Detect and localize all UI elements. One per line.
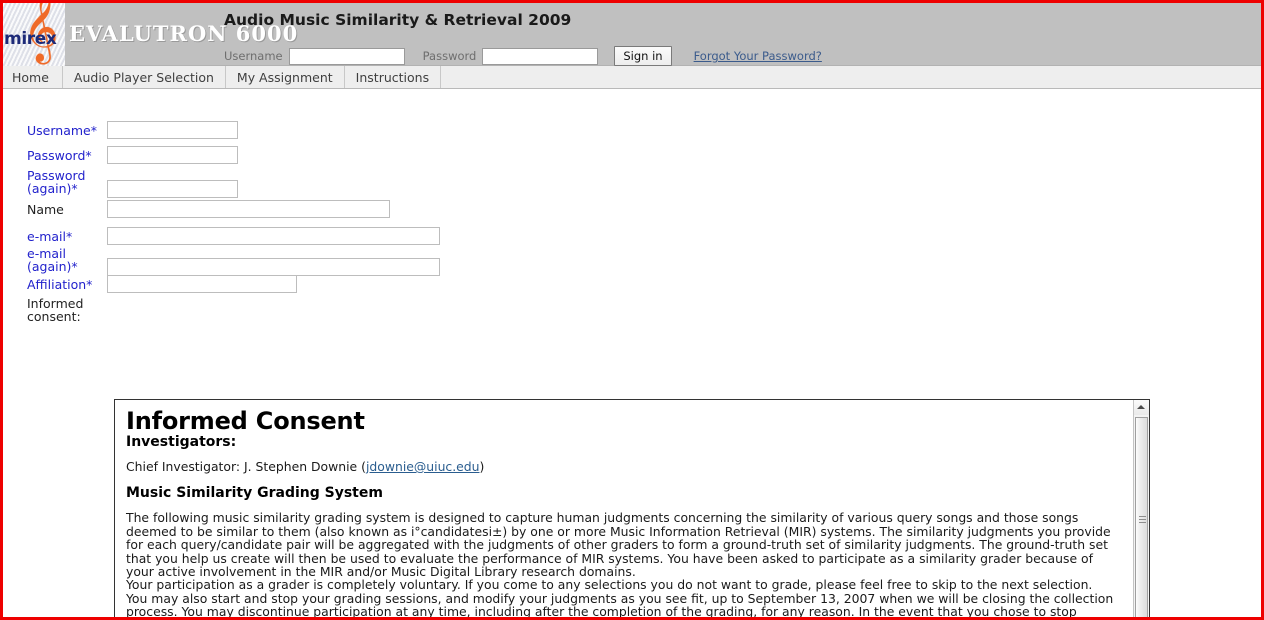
field-row-email: e-mail* xyxy=(27,227,440,245)
nav-tab-instructions[interactable]: Instructions xyxy=(345,66,442,88)
consent-paragraph-1: The following music similarity grading s… xyxy=(126,510,1111,580)
field-row-password: Password* xyxy=(27,146,238,164)
consent-chief-investigator: Chief Investigator: J. Stephen Downie (j… xyxy=(126,460,1117,473)
forgot-password-link[interactable]: Forgot Your Password? xyxy=(694,49,822,63)
label-email-again-line2: (again)* xyxy=(27,258,78,274)
input-username[interactable] xyxy=(107,121,238,139)
label-email-again: e-mail (again)* xyxy=(27,247,103,274)
header-username-input[interactable] xyxy=(288,47,405,65)
field-row-affiliation: Affiliation* xyxy=(27,275,297,293)
sign-in-button[interactable]: Sign in xyxy=(614,46,672,66)
field-row-password-again: Password (again)* xyxy=(27,169,238,198)
label-informed-consent-line2: consent: xyxy=(27,308,81,324)
label-name: Name xyxy=(27,202,64,217)
consent-scrollbar[interactable] xyxy=(1133,400,1149,617)
main-navigation: Home Audio Player Selection My Assignmen… xyxy=(3,66,1261,89)
scroll-up-button[interactable] xyxy=(1134,400,1149,415)
chief-investigator-prefix: Chief Investigator: J. Stephen Downie ( xyxy=(126,459,366,474)
header-login-bar: Username Password Sign in Forgot Your Pa… xyxy=(224,46,822,66)
input-name[interactable] xyxy=(107,200,390,218)
field-row-name: Name xyxy=(27,200,390,218)
header-password-input[interactable] xyxy=(482,47,599,65)
input-password[interactable] xyxy=(107,146,238,164)
input-affiliation[interactable] xyxy=(107,275,297,293)
scroll-up-arrow-icon xyxy=(1137,405,1145,409)
informed-consent-panel[interactable]: Informed Consent Investigators: Chief In… xyxy=(114,399,1150,620)
page-root: 𝄞 mirex EVALUTRON 6000 Audio Music Simil… xyxy=(0,0,1264,620)
scrollbar-thumb[interactable] xyxy=(1135,417,1148,617)
mirex-logo: 𝄞 mirex xyxy=(3,3,65,66)
informed-consent-text: Informed Consent Investigators: Chief In… xyxy=(115,400,1127,620)
chief-investigator-suffix: ) xyxy=(479,459,485,474)
scrollbar-grip-icon xyxy=(1139,516,1146,523)
consent-section-heading: Music Similarity Grading System xyxy=(126,485,383,502)
label-password-again-line2: (again)* xyxy=(27,180,78,196)
label-email: e-mail* xyxy=(27,229,73,244)
header-username-label: Username xyxy=(224,49,283,63)
consent-investigators-heading: Investigators: xyxy=(126,434,237,450)
nav-tab-audio-player-selection[interactable]: Audio Player Selection xyxy=(63,66,226,88)
field-row-username: Username* xyxy=(27,121,238,139)
input-email[interactable] xyxy=(107,227,440,245)
input-email-again[interactable] xyxy=(107,258,440,276)
label-informed-consent: Informed consent: xyxy=(27,297,103,324)
field-row-email-again: e-mail (again)* xyxy=(27,247,440,276)
mirex-logo-text: mirex xyxy=(4,29,57,49)
chief-investigator-email-link[interactable]: jdownie@uiuc.edu xyxy=(366,459,480,474)
label-password-again: Password (again)* xyxy=(27,169,103,196)
label-password: Password* xyxy=(27,148,92,163)
nav-tab-my-assignment[interactable]: My Assignment xyxy=(226,66,345,88)
label-username: Username* xyxy=(27,123,97,138)
label-affiliation: Affiliation* xyxy=(27,277,93,292)
site-header: 𝄞 mirex EVALUTRON 6000 Audio Music Simil… xyxy=(3,3,1261,66)
header-password-label: Password xyxy=(422,49,477,63)
consent-title: Informed Consent xyxy=(126,407,365,435)
page-title: Audio Music Similarity & Retrieval 2009 xyxy=(224,11,572,29)
nav-filler xyxy=(441,66,1261,88)
consent-paragraph-2: Your participation as a grader is comple… xyxy=(126,577,1114,620)
registration-form: Username* Password* Password (again)* Na… xyxy=(3,89,1261,620)
nav-tab-home[interactable]: Home xyxy=(3,66,63,88)
input-password-again[interactable] xyxy=(107,180,238,198)
